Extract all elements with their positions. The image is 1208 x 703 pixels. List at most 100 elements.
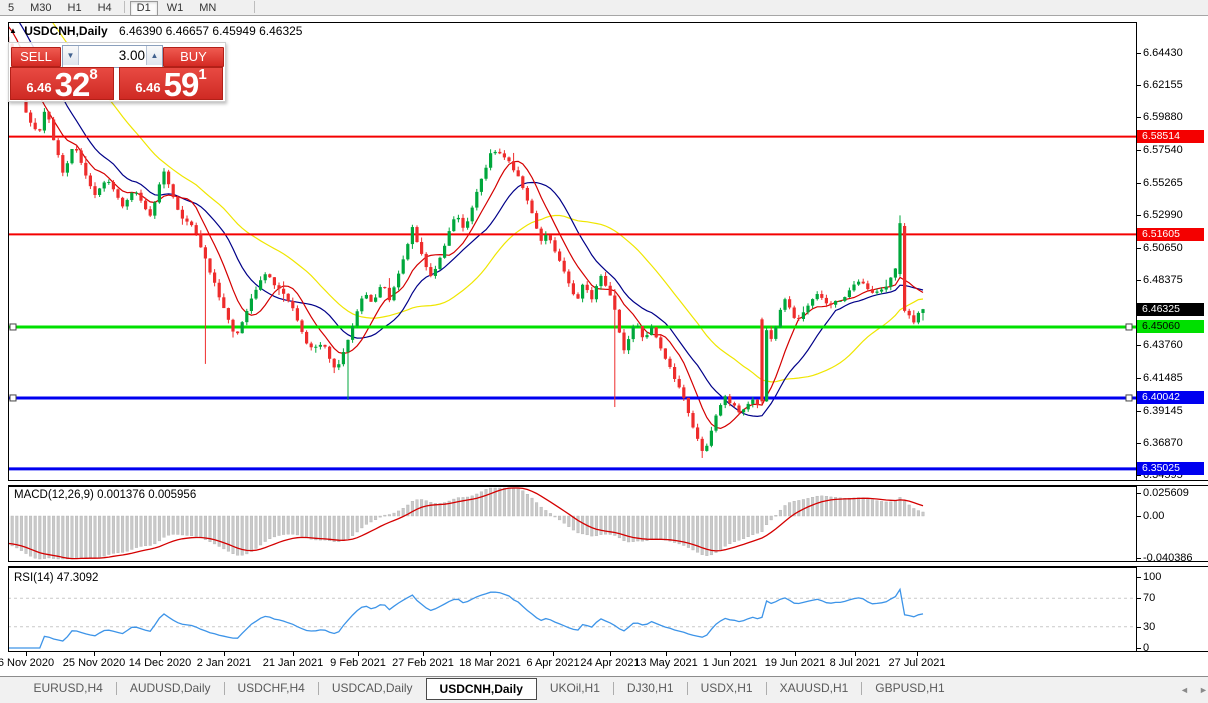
candle-body <box>250 299 253 311</box>
candle-body <box>788 299 791 307</box>
chart-symbol-title: USDCNH,Daily <box>24 24 107 38</box>
chart-tab-eurusd[interactable]: EURUSD,H4 <box>20 679 115 698</box>
macd-histogram-bar <box>719 516 722 550</box>
chart-tab-xauusd[interactable]: XAUUSD,H1 <box>767 679 862 698</box>
candle-body <box>760 319 763 401</box>
macd-histogram-bar <box>880 501 883 516</box>
macd-histogram-bar <box>144 516 147 546</box>
buy-button[interactable]: BUY <box>163 47 224 67</box>
candle-body <box>613 296 616 310</box>
macd-histogram-bar <box>365 516 368 524</box>
macd-histogram-bar <box>186 516 189 535</box>
chart-tab-gbpusd[interactable]: GBPUSD,H1 <box>862 679 957 698</box>
macd-histogram-bar <box>558 516 561 520</box>
macd-histogram-bar <box>581 516 584 534</box>
macd-histogram-bar <box>250 516 253 551</box>
candle-body <box>765 330 768 401</box>
macd-histogram-bar <box>370 516 373 522</box>
price-tick-mark <box>1137 248 1141 249</box>
volume-increase-button[interactable]: ▲ <box>146 46 162 65</box>
macd-histogram-bar <box>310 516 313 539</box>
candle-body <box>57 140 60 155</box>
candle-body <box>609 286 612 296</box>
macd-histogram-bar <box>595 516 598 536</box>
level-price-label-6.35025: 6.35025 <box>1137 462 1204 475</box>
macd-histogram-bar <box>227 516 230 551</box>
chart-tab-ukoil[interactable]: UKOil,H1 <box>537 679 613 698</box>
panel-collapse-icon[interactable]: ▲ <box>9 26 17 35</box>
macd-histogram-bar <box>388 515 391 516</box>
chart-tab-usdcnh[interactable]: USDCNH,Daily <box>426 678 537 700</box>
candle-body <box>921 309 924 313</box>
line-handle[interactable] <box>1126 395 1132 401</box>
ask-price-display[interactable]: 6.46 59 1 <box>119 67 223 100</box>
macd-histogram-bar <box>876 501 879 516</box>
candle-body <box>135 193 138 194</box>
rsi-tick-mark <box>1137 627 1141 628</box>
candle-body <box>480 179 483 192</box>
candle-body <box>650 327 653 335</box>
macd-histogram-bar <box>664 516 667 540</box>
chart-tab-audusd[interactable]: AUDUSD,Daily <box>117 679 224 698</box>
macd-histogram-bar <box>554 516 557 517</box>
bid-price-display[interactable]: 6.46 32 8 <box>10 67 114 100</box>
date-label: 2 Jan 2021 <box>197 657 251 669</box>
macd-histogram-bar <box>397 511 400 516</box>
sell-button[interactable]: SELL <box>11 47 61 67</box>
macd-histogram-bar <box>255 516 258 548</box>
candle-body <box>742 409 745 412</box>
macd-histogram-bar <box>535 503 538 516</box>
macd-histogram-bar <box>779 510 782 516</box>
price-tick-mark <box>1137 53 1141 54</box>
candle-body <box>443 246 446 258</box>
candle-body <box>429 267 432 276</box>
macd-tick-label: -0.040386 <box>1143 552 1193 564</box>
candle-body <box>319 345 322 347</box>
chart-tab-usdchf[interactable]: USDCHF,H4 <box>225 679 318 698</box>
candle-body <box>162 172 165 185</box>
candle-body <box>627 339 630 350</box>
macd-histogram-bar <box>853 498 856 516</box>
macd-histogram-bar <box>167 516 170 535</box>
chart-tab-dj30[interactable]: DJ30,H1 <box>614 679 687 698</box>
candle-body <box>93 186 96 195</box>
line-handle[interactable] <box>10 395 16 401</box>
macd-histogram-bar <box>305 516 308 538</box>
chart-tab-usdx[interactable]: USDX,H1 <box>688 679 766 698</box>
macd-histogram-bar <box>108 516 111 555</box>
macd-histogram-bar <box>508 488 511 516</box>
volume-input[interactable] <box>79 46 146 65</box>
candle-body <box>586 285 589 290</box>
candle-body <box>116 189 119 198</box>
macd-histogram-bar <box>393 513 396 516</box>
candle-body <box>172 184 175 197</box>
candle-body <box>535 213 538 229</box>
candle-body <box>392 287 395 300</box>
macd-histogram-bar <box>811 497 814 516</box>
tabs-scroll-right-icon[interactable]: ► <box>1199 685 1208 695</box>
volume-decrease-button[interactable]: ▼ <box>63 46 79 65</box>
candle-body <box>912 315 915 322</box>
date-label: 14 Dec 2020 <box>129 657 191 669</box>
candle-body <box>843 297 846 301</box>
line-handle[interactable] <box>10 324 16 330</box>
candle-body <box>567 272 570 284</box>
candle-body <box>526 188 529 201</box>
macd-histogram-bar <box>641 516 644 541</box>
macd-histogram-bar <box>480 492 483 516</box>
price-tick-mark <box>1137 85 1141 86</box>
line-handle[interactable] <box>1126 324 1132 330</box>
chart-tab-usdcad[interactable]: USDCAD,Daily <box>319 679 426 698</box>
candle-body <box>254 290 257 299</box>
macd-histogram-bar <box>411 501 414 516</box>
candle-body <box>544 235 547 241</box>
macd-histogram-bar <box>453 499 456 516</box>
candle-body <box>448 231 451 246</box>
macd-histogram-bar <box>200 516 203 538</box>
candle-body <box>678 379 681 387</box>
candle-body <box>323 345 326 347</box>
candle-body <box>305 332 308 344</box>
candle-body <box>328 347 331 359</box>
tabs-scroll-left-icon[interactable]: ◄ <box>1180 685 1189 695</box>
rsi-tick-mark <box>1137 598 1141 599</box>
